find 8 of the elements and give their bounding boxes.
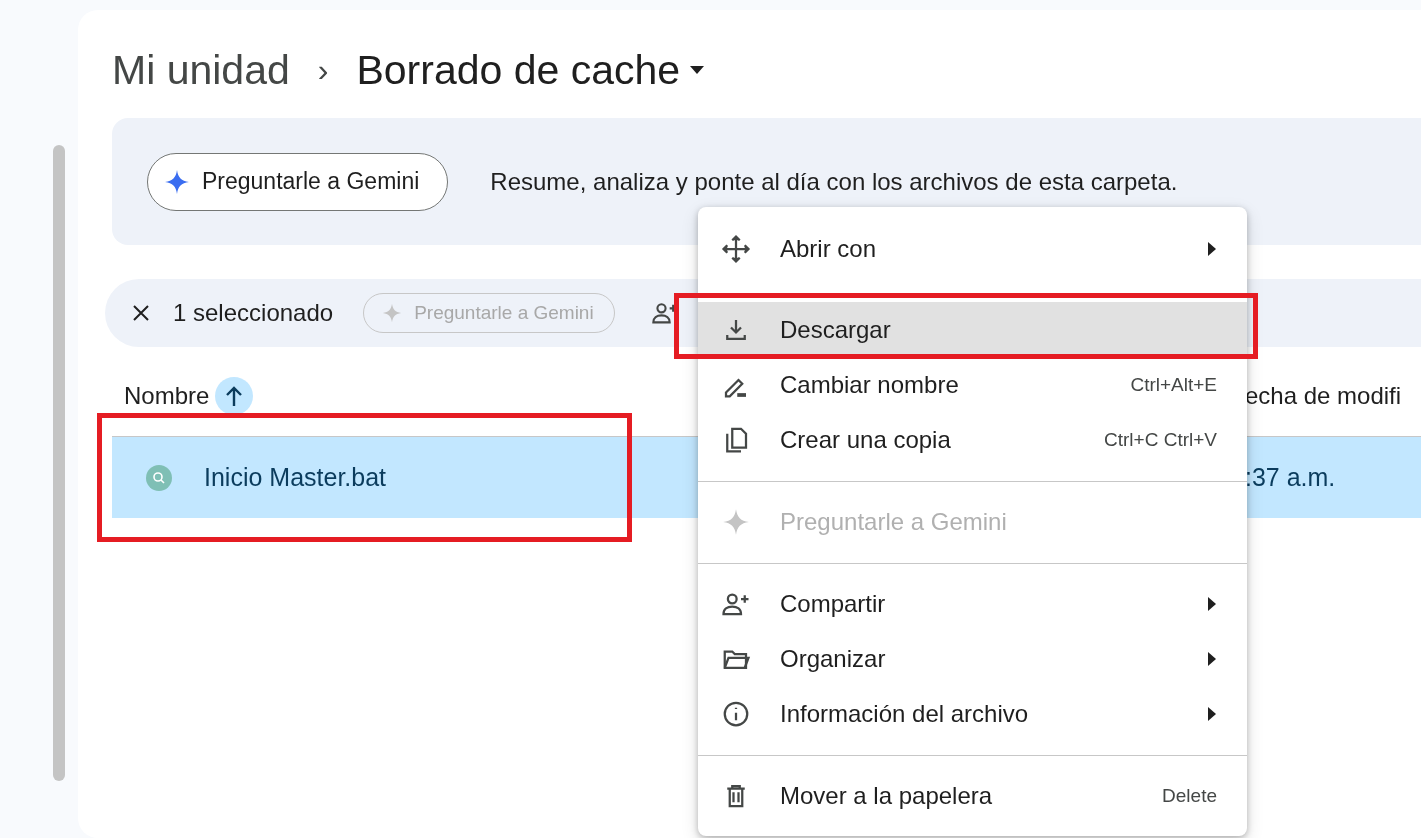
selection-count: 1 seleccionado <box>173 299 334 327</box>
shortcut-hint: Ctrl+C Ctrl+V <box>1104 428 1217 451</box>
shortcut-hint: Delete <box>1162 784 1217 807</box>
modified-time: :37 a.m. <box>1245 463 1336 492</box>
banner-text: Resume, analiza y ponte al día con los archivos de esta carpeta. <box>490 167 1178 196</box>
breadcrumb-separator: › <box>317 51 329 89</box>
shortcut-hint: Ctrl+Alt+E <box>1130 373 1217 396</box>
file-name: Inicio Master.bat <box>204 463 387 492</box>
